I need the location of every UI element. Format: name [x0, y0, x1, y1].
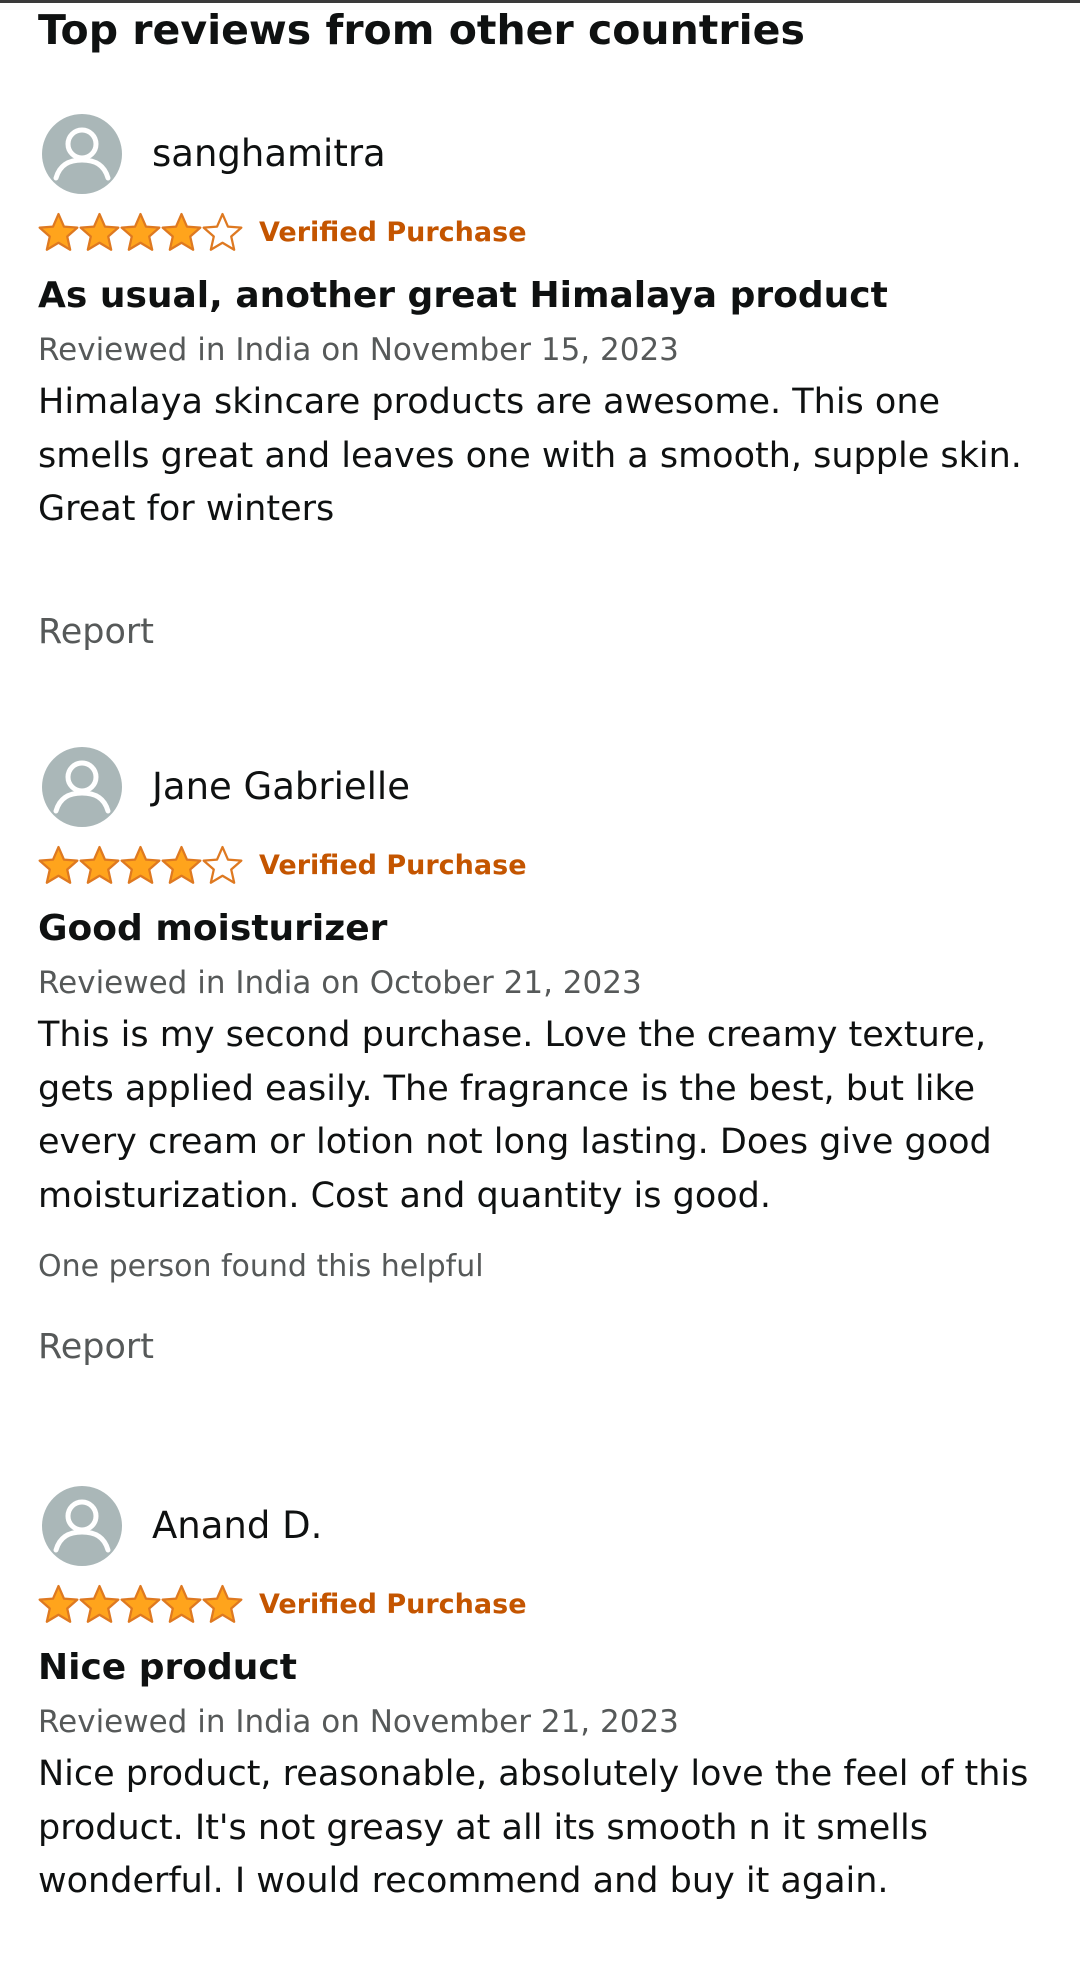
rating-row: Verified Purchase	[38, 1582, 1048, 1626]
star-filled-icon	[38, 1584, 79, 1623]
star-filled-icon	[161, 212, 202, 251]
review-card: Jane Gabrielle Verified Purchase Good mo…	[38, 747, 1048, 1371]
star-rating[interactable]	[38, 212, 243, 252]
reviewer-name[interactable]: sanghamitra	[152, 132, 386, 176]
star-filled-icon	[120, 212, 161, 251]
star-empty-icon	[202, 845, 243, 884]
reviewer-name[interactable]: Jane Gabrielle	[152, 765, 410, 809]
review-body: This is my second purchase. Love the cre…	[38, 1015, 992, 1216]
star-filled-icon	[202, 1584, 243, 1623]
star-filled-icon	[161, 845, 202, 884]
reviewer-name[interactable]: Anand D.	[152, 1504, 322, 1548]
user-silhouette-icon	[53, 127, 111, 181]
star-filled-icon	[79, 212, 120, 251]
review-header: Anand D.	[38, 1486, 1048, 1566]
review-body: Nice product, reasonable, absolutely lov…	[38, 1754, 1029, 1901]
review-date: Reviewed in India on November 15, 2023	[38, 332, 679, 368]
verified-purchase-badge[interactable]: Verified Purchase	[259, 217, 527, 248]
avatar[interactable]	[42, 114, 122, 194]
review-title[interactable]: Nice product	[38, 1644, 1048, 1692]
star-filled-icon	[38, 845, 79, 884]
helpful-count: One person found this helpful	[38, 1249, 484, 1284]
review-header: Jane Gabrielle	[38, 747, 1048, 827]
star-filled-icon	[79, 845, 120, 884]
review-card: sanghamitra Verified Purchase As usual, …	[38, 114, 1048, 656]
star-filled-icon	[79, 1584, 120, 1623]
review-date: Reviewed in India on November 21, 2023	[38, 1704, 679, 1740]
review-body: Himalaya skincare products are awesome. …	[38, 382, 1022, 529]
avatar[interactable]	[42, 1486, 122, 1566]
star-empty-icon	[202, 212, 243, 251]
review-header: sanghamitra	[38, 114, 1048, 194]
rating-row: Verified Purchase	[38, 843, 1048, 887]
star-rating[interactable]	[38, 1584, 243, 1624]
user-silhouette-icon	[53, 760, 111, 814]
star-filled-icon	[120, 845, 161, 884]
review-title[interactable]: As usual, another great Himalaya product	[38, 272, 1048, 320]
verified-purchase-badge[interactable]: Verified Purchase	[259, 850, 527, 881]
report-link[interactable]: Report	[38, 608, 1048, 656]
review-date: Reviewed in India on October 21, 2023	[38, 965, 642, 1001]
star-filled-icon	[120, 1584, 161, 1623]
rating-row: Verified Purchase	[38, 210, 1048, 254]
review-title[interactable]: Good moisturizer	[38, 905, 1048, 953]
star-filled-icon	[161, 1584, 202, 1623]
review-card: Anand D. Verified Purchase Nice product …	[38, 1486, 1048, 1909]
star-filled-icon	[38, 212, 79, 251]
avatar[interactable]	[42, 747, 122, 827]
section-title: Top reviews from other countries	[38, 6, 805, 54]
report-link[interactable]: Report	[38, 1323, 1048, 1371]
user-silhouette-icon	[53, 1499, 111, 1553]
verified-purchase-badge[interactable]: Verified Purchase	[259, 1589, 527, 1620]
star-rating[interactable]	[38, 845, 243, 885]
